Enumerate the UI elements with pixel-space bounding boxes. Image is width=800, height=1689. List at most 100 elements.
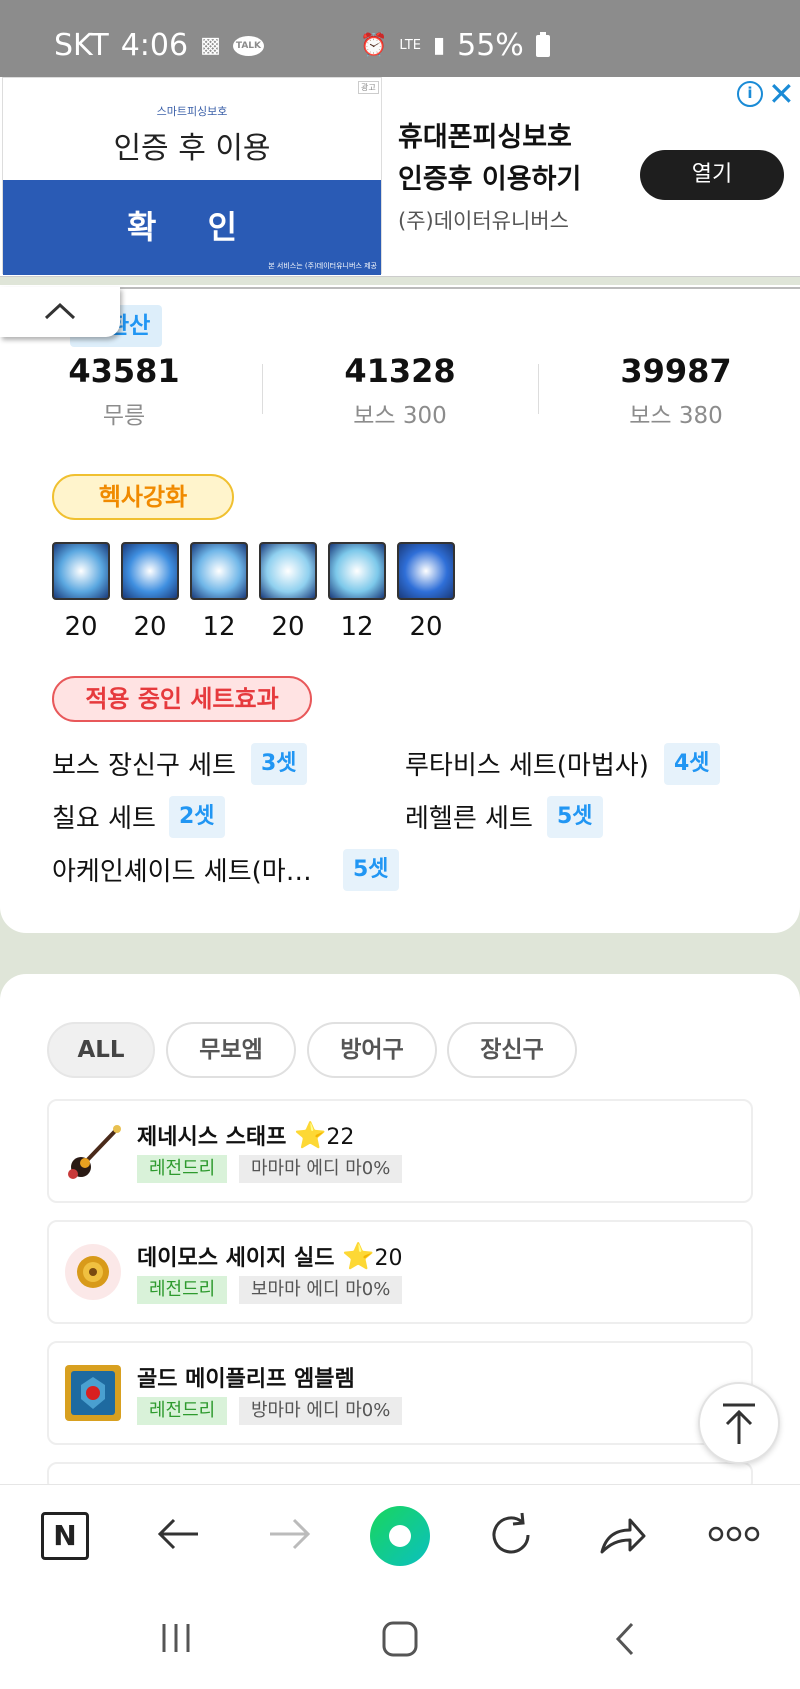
potential-tag: 마마마 에디 마0%: [239, 1155, 403, 1183]
battery-icon: [535, 31, 550, 57]
hexa-skill-icon-5[interactable]: [328, 542, 386, 600]
hexa-skill-icon-1[interactable]: [52, 542, 110, 600]
stat-mureung: 43581 무릉: [24, 352, 224, 430]
status-bar: SKT 4:06 ▩ TALK ⏰ LTE ▮ 55%: [0, 0, 800, 77]
ad-headline-2: 인증후 이용하기: [398, 164, 582, 195]
starforce-level: 22: [326, 1125, 355, 1150]
scroll-top-button[interactable]: [698, 1382, 780, 1464]
more-button[interactable]: [708, 1522, 760, 1550]
system-back-button[interactable]: [610, 1620, 638, 1662]
carrier: SKT: [54, 28, 109, 63]
item-name-row: 제네시스 스태프 ⭐22: [137, 1119, 354, 1151]
hexa-skill-icon-2[interactable]: [121, 542, 179, 600]
ad-left-panel[interactable]: 스마트피싱보호 인증 후 이용 확 인 본 서비스는 (주)데이터유니버스 제공: [2, 77, 382, 275]
stat-boss-300: 41328 보스 300: [300, 352, 500, 430]
equipment-item[interactable]: 제네시스 스태프 ⭐22 레전드리 마마마 에디 마0%: [47, 1099, 753, 1203]
ad-headline-1: 휴대폰피싱보호: [398, 122, 572, 153]
alarm-icon: ⏰: [360, 33, 388, 58]
grade-tag: 레전드리: [137, 1397, 228, 1425]
stat-value: 43581: [68, 352, 180, 390]
ad-info-icon[interactable]: i: [737, 81, 763, 107]
set-count-badge: 5셋: [343, 849, 399, 891]
ad-tag: 광고: [358, 81, 379, 94]
tab-all[interactable]: ALL: [47, 1022, 155, 1078]
kakaotalk-icon: TALK: [232, 35, 265, 56]
set-name: 칠요 세트: [52, 804, 156, 834]
tab-weapon[interactable]: 무보엠: [166, 1022, 296, 1078]
back-button[interactable]: [154, 1510, 202, 1562]
item-name: 골드 메이플리프 엠블렘: [137, 1367, 355, 1392]
starforce-level: 20: [374, 1246, 403, 1271]
arrow-right-icon: [270, 1518, 311, 1550]
equipment-item[interactable]: 골드 메이플리프 엠블렘 레전드리 방마마 에디 마0%: [47, 1341, 753, 1445]
item-name: 제네시스 스태프: [137, 1125, 287, 1150]
hexa-skill-level: 12: [340, 612, 374, 642]
staff-icon: [61, 1119, 125, 1183]
hexa-label: 헥사강화: [52, 474, 234, 520]
item-name: 데이모스 세이지 실드: [137, 1246, 335, 1271]
share-icon: [600, 1518, 646, 1554]
set-count-badge: 5셋: [547, 796, 603, 838]
item-name-row: 데이모스 세이지 실드 ⭐20: [137, 1240, 403, 1272]
stat-value: 41328: [344, 352, 456, 390]
chevron-up-icon: [44, 302, 76, 320]
ad-company: (주)데이터유니버스: [398, 209, 569, 233]
ad-left-title: 인증 후 이용: [113, 131, 271, 166]
arrow-up-icon: [723, 1403, 755, 1444]
battery-percent: 55%: [457, 28, 524, 63]
signal-icon: ▮: [433, 33, 446, 58]
stat-label: 보스 380: [629, 403, 723, 429]
arrow-left-icon: [157, 1518, 198, 1550]
recent-apps-icon: [162, 1624, 190, 1652]
hexa-skill-icon-3[interactable]: [190, 542, 248, 600]
lte-icon: LTE: [399, 38, 422, 53]
naver-button[interactable]: N: [41, 1512, 89, 1560]
ad-close-icon[interactable]: ✕: [768, 75, 795, 113]
home-button[interactable]: [381, 1620, 419, 1662]
more-icon: [708, 1526, 760, 1542]
stat-label: 무릉: [102, 403, 146, 429]
green-home-button[interactable]: [370, 1506, 430, 1566]
clock: 4:06: [120, 28, 189, 63]
home-icon: [382, 1621, 418, 1657]
set-name: 보스 장신구 세트: [52, 751, 236, 781]
emblem-icon: [61, 1361, 125, 1425]
item-name-row: 골드 메이플리프 엠블렘: [137, 1361, 355, 1393]
grade-tag: 레전드리: [137, 1276, 228, 1304]
set-count-badge: 2셋: [169, 796, 225, 838]
set-count-badge: 4셋: [664, 743, 720, 785]
equipment-item[interactable]: 데이모스 세이지 실드 ⭐20 레전드리 보마마 에디 마0%: [47, 1220, 753, 1324]
ad-banner[interactable]: 스마트피싱보호 인증 후 이용 확 인 본 서비스는 (주)데이터유니버스 제공…: [0, 75, 800, 277]
message-icon: ▩: [200, 33, 221, 58]
collapse-button[interactable]: [0, 287, 120, 337]
hexa-skill-icon-6[interactable]: [397, 542, 455, 600]
tab-armor[interactable]: 방어구: [307, 1022, 437, 1078]
hexa-skill-level: 20: [409, 612, 443, 642]
hexa-skill-level: 20: [133, 612, 167, 642]
chevron-left-icon: [615, 1622, 634, 1656]
set-name: 레헬른 세트: [405, 804, 533, 834]
potential-tag: 방마마 에디 마0%: [239, 1397, 403, 1425]
share-button[interactable]: [598, 1510, 648, 1564]
forward-button[interactable]: [266, 1510, 314, 1562]
recent-apps-button[interactable]: [158, 1620, 194, 1660]
stat-value: 39987: [620, 352, 732, 390]
set-name: 아케인셰이드 세트(마…: [52, 857, 312, 887]
ad-footer: 본 서비스는 (주)데이터유니버스 제공: [268, 262, 377, 270]
tab-accessory[interactable]: 장신구: [447, 1022, 577, 1078]
shield-icon: [61, 1240, 125, 1304]
refresh-button[interactable]: [486, 1510, 536, 1564]
divider: [538, 364, 539, 414]
ad-open-button[interactable]: 열기: [640, 150, 784, 200]
hexa-skill-level: 12: [202, 612, 236, 642]
divider: [262, 364, 263, 414]
hexa-skill-icon-4[interactable]: [259, 542, 317, 600]
ad-small-caption: 스마트피싱보호: [156, 105, 228, 118]
potential-tag: 보마마 에디 마0%: [239, 1276, 403, 1304]
star-icon: ⭐: [342, 1242, 375, 1272]
set-name: 루타비스 세트(마법사): [405, 751, 649, 781]
set-effect-label: 적용 중인 세트효과: [52, 676, 312, 722]
hexa-skill-level: 20: [64, 612, 98, 642]
set-count-badge: 3셋: [251, 743, 307, 785]
stat-label: 보스 300: [353, 403, 447, 429]
